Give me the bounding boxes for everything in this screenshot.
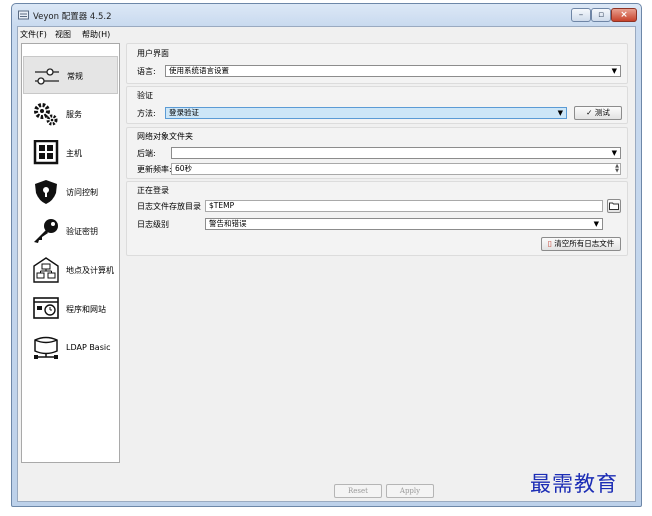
interval-label: 更新频率: bbox=[137, 165, 172, 174]
folder-icon bbox=[609, 202, 619, 210]
clear-logs-label: 清空所有日志文件 bbox=[554, 239, 615, 248]
sidebar-item-auth-keys[interactable]: 验证密钥 bbox=[23, 212, 118, 250]
database-icon bbox=[34, 336, 58, 359]
backend-select[interactable]: ▼ bbox=[171, 147, 621, 159]
settings-content: 用户界面 语言: 使用系统语言设置 ▼ 验证 方法: 登录验证 ▼ ✓ 测试 网络对… bbox=[126, 43, 628, 463]
client-area: 文件(F) 视图 帮助(H) 常规 服务 主机 访问控制 验证密钥 地点及计算机… bbox=[17, 26, 636, 502]
test-button[interactable]: ✓ 测试 bbox=[574, 106, 622, 120]
auth-group: 验证 方法: 登录验证 ▼ ✓ 测试 bbox=[126, 86, 628, 124]
grid-icon bbox=[33, 140, 59, 165]
method-label: 方法: bbox=[137, 109, 156, 118]
auth-method-value: 登录验证 bbox=[169, 108, 199, 117]
apply-button[interactable]: Apply bbox=[386, 484, 434, 498]
log-dir-label: 日志文件存放目录 bbox=[137, 202, 201, 211]
title-bar[interactable]: Veyon 配置器 4.5.2 – ▫ × bbox=[12, 4, 641, 26]
log-dir-input[interactable]: $TEMP bbox=[205, 200, 603, 212]
sidebar-item-locations[interactable]: 地点及计算机 bbox=[23, 251, 118, 289]
language-label: 语言: bbox=[137, 67, 156, 76]
sidebar-item-general[interactable]: 常规 bbox=[23, 56, 118, 94]
sidebar-item-host[interactable]: 主机 bbox=[23, 134, 118, 172]
menu-help[interactable]: 帮助(H) bbox=[82, 29, 110, 40]
log-level-select[interactable]: 警告和错误 ▼ bbox=[205, 218, 603, 230]
menu-bar: 文件(F) 视图 帮助(H) bbox=[18, 27, 635, 41]
sidebar-item-label: 访问控制 bbox=[66, 188, 98, 197]
log-dir-value: $TEMP bbox=[209, 201, 235, 210]
sidebar-item-service[interactable]: 服务 bbox=[23, 95, 118, 133]
interval-value: 60秒 bbox=[175, 164, 193, 173]
chevron-down-icon: ▼ bbox=[557, 109, 563, 117]
minimize-button[interactable]: – bbox=[571, 8, 591, 22]
close-button[interactable]: × bbox=[611, 8, 637, 22]
auth-method-select[interactable]: 登录验证 ▼ bbox=[165, 107, 567, 119]
backend-label: 后端: bbox=[137, 149, 156, 158]
clear-logs-button[interactable]: ▯ 清空所有日志文件 bbox=[541, 237, 621, 251]
ui-group: 用户界面 语言: 使用系统语言设置 ▼ bbox=[126, 43, 628, 84]
app-icon bbox=[18, 10, 29, 20]
group-title: 用户界面 bbox=[137, 49, 169, 58]
window-clock-icon bbox=[33, 297, 59, 319]
key-icon bbox=[34, 219, 58, 243]
sidebar-item-access-control[interactable]: 访问控制 bbox=[23, 173, 118, 211]
chevron-down-icon: ▼ bbox=[611, 67, 617, 75]
language-value: 使用系统语言设置 bbox=[169, 66, 229, 75]
chevron-down-icon: ▼ bbox=[611, 149, 617, 157]
interval-spinbox[interactable]: 60秒 ▲ ▼ bbox=[171, 163, 621, 175]
sidebar-item-label: LDAP Basic bbox=[66, 343, 111, 352]
netfolder-group: 网络对象文件夹 后端: ▼ 更新频率: 60秒 ▲ ▼ bbox=[126, 127, 628, 179]
menu-file[interactable]: 文件(F) bbox=[20, 29, 47, 40]
sidebar-item-label: 常规 bbox=[67, 72, 83, 81]
sidebar-item-label: 服务 bbox=[66, 110, 82, 119]
group-title: 验证 bbox=[137, 91, 153, 100]
sidebar-item-label: 验证密钥 bbox=[66, 227, 98, 236]
folder-browse-button[interactable] bbox=[607, 199, 621, 213]
spin-arrows-icon[interactable]: ▲ ▼ bbox=[615, 164, 619, 174]
logging-group: 正在登录 日志文件存放目录 $TEMP 日志级别 警告和错误 ▼ ▯ 清空所有日志… bbox=[126, 181, 628, 256]
maximize-button[interactable]: ▫ bbox=[591, 8, 611, 22]
window-title: Veyon 配置器 4.5.2 bbox=[33, 12, 112, 22]
chevron-down-icon: ▼ bbox=[593, 220, 599, 228]
sidebar-item-label: 主机 bbox=[66, 149, 82, 158]
watermark: 最需教育 bbox=[530, 472, 618, 496]
sidebar-item-label: 程序和网站 bbox=[66, 305, 106, 314]
app-window: Veyon 配置器 4.5.2 – ▫ × 文件(F) 视图 帮助(H) 常规 … bbox=[11, 3, 642, 507]
group-title: 网络对象文件夹 bbox=[137, 132, 193, 141]
gears-icon bbox=[34, 103, 58, 126]
log-level-label: 日志级别 bbox=[137, 220, 169, 229]
group-title: 正在登录 bbox=[137, 186, 169, 195]
network-icon bbox=[33, 257, 59, 283]
sidebar-item-ldap[interactable]: LDAP Basic bbox=[23, 329, 118, 367]
reset-button[interactable]: Reset bbox=[334, 484, 382, 498]
sidebar-item-label: 地点及计算机 bbox=[66, 266, 114, 275]
sidebar: 常规 服务 主机 访问控制 验证密钥 地点及计算机 程序和网站 LDAP Bas… bbox=[21, 43, 120, 463]
log-level-value: 警告和错误 bbox=[209, 219, 247, 228]
sidebar-item-programs[interactable]: 程序和网站 bbox=[23, 290, 118, 328]
sliders-icon bbox=[35, 68, 59, 85]
language-select[interactable]: 使用系统语言设置 ▼ bbox=[165, 65, 621, 77]
menu-view[interactable]: 视图 bbox=[55, 29, 71, 40]
shield-icon bbox=[35, 180, 57, 204]
